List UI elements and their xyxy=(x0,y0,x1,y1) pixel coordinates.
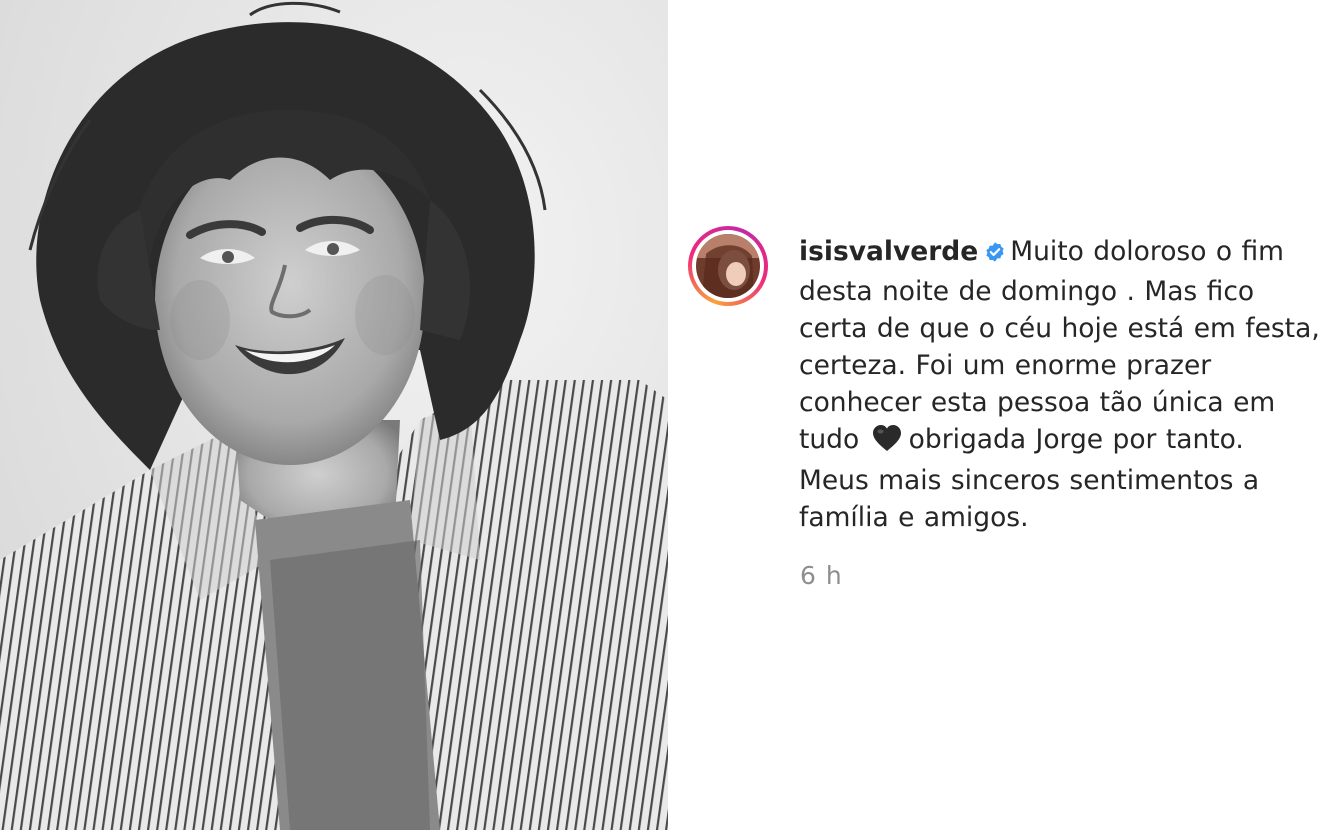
post-timestamp[interactable]: 6 h xyxy=(800,561,843,590)
caption-line-7: Meus mais sinceros sentimentos a xyxy=(799,465,1260,496)
avatar-gap xyxy=(692,230,764,302)
caption-line-1: isisvalverde Muito doloroso o fim xyxy=(799,233,1299,273)
username-link[interactable]: isisvalverde xyxy=(799,236,978,267)
caption-line-8: família e amigos. xyxy=(799,502,1029,533)
post-caption: isisvalverde Muito doloroso o fim desta n… xyxy=(799,233,1320,536)
black-heart-icon xyxy=(871,424,903,462)
instagram-post: isisvalverde Muito doloroso o fim desta n… xyxy=(0,0,1335,830)
caption-text-1: Muito doloroso o fim xyxy=(1010,236,1284,267)
post-photo[interactable] xyxy=(0,0,668,830)
verified-badge-icon xyxy=(984,236,1006,273)
avatar-picture xyxy=(696,234,760,298)
caption-line-3: certa de que o céu hoje está em festa, xyxy=(799,313,1320,344)
caption-line-2: desta noite de domingo . Mas fico xyxy=(799,276,1255,307)
caption-text-6a: tudo xyxy=(799,424,860,455)
caption-text-6b: obrigada Jorge por tanto. xyxy=(908,424,1244,455)
portrait-photo xyxy=(0,0,668,830)
avatar[interactable] xyxy=(696,234,760,298)
caption-line-6: tudo obrigada Jorge por tanto. xyxy=(799,421,1299,462)
caption-line-4: certeza. Foi um enorme prazer xyxy=(799,350,1212,381)
caption-line-5: conhecer esta pessoa tão única em xyxy=(799,387,1276,418)
story-ring[interactable] xyxy=(688,226,768,306)
